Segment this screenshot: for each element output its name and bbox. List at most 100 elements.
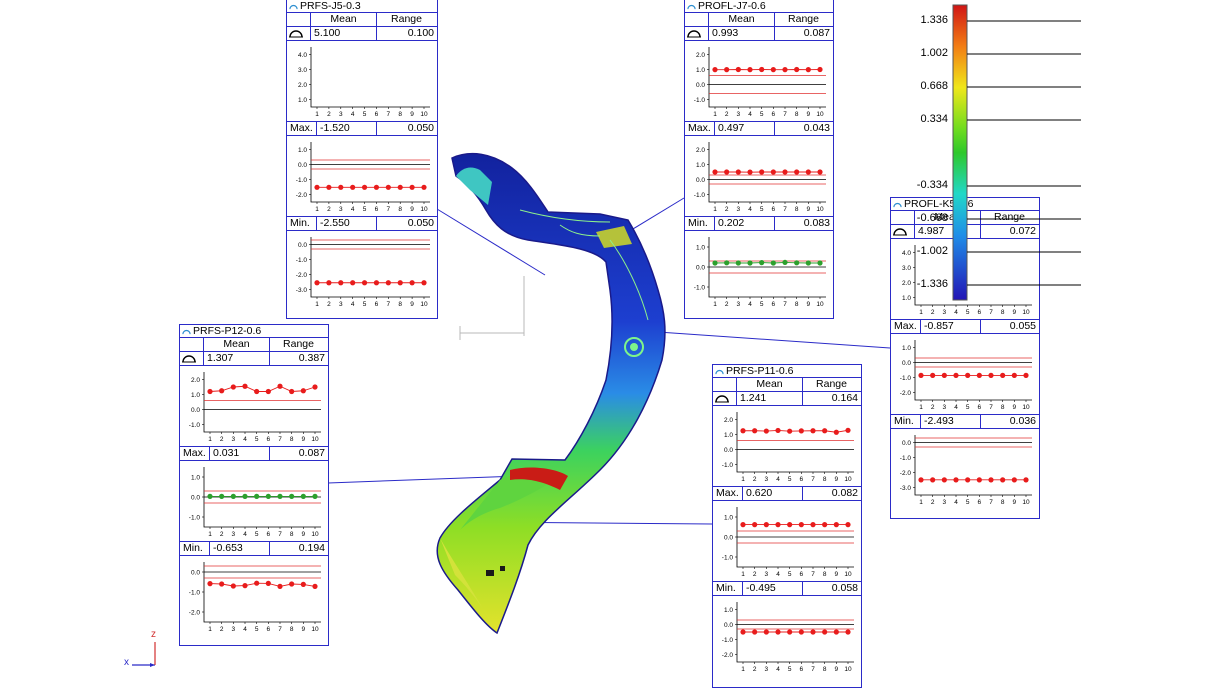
data-point[interactable] bbox=[810, 522, 816, 528]
data-point[interactable] bbox=[254, 580, 260, 586]
data-point[interactable] bbox=[918, 372, 924, 378]
part-model[interactable] bbox=[436, 152, 666, 635]
data-point[interactable] bbox=[941, 477, 947, 483]
data-point[interactable] bbox=[965, 372, 971, 378]
data-point[interactable] bbox=[833, 429, 839, 435]
data-point[interactable] bbox=[775, 427, 781, 434]
data-point[interactable] bbox=[350, 280, 356, 286]
data-point[interactable] bbox=[312, 493, 318, 499]
data-point[interactable] bbox=[782, 259, 788, 265]
data-point[interactable] bbox=[421, 184, 427, 190]
data-point[interactable] bbox=[794, 169, 800, 175]
data-point[interactable] bbox=[930, 372, 936, 378]
data-point[interactable] bbox=[373, 280, 380, 286]
data-point[interactable] bbox=[782, 169, 788, 175]
data-point[interactable] bbox=[300, 581, 306, 587]
data-point[interactable] bbox=[794, 260, 800, 266]
data-point[interactable] bbox=[740, 629, 746, 635]
data-point[interactable] bbox=[373, 184, 380, 190]
data-point[interactable] bbox=[798, 629, 804, 635]
data-point[interactable] bbox=[747, 67, 753, 73]
data-point[interactable] bbox=[810, 428, 816, 434]
data-point[interactable] bbox=[740, 428, 746, 434]
data-point[interactable] bbox=[775, 629, 781, 635]
data-point[interactable] bbox=[1000, 372, 1006, 378]
data-point[interactable] bbox=[219, 388, 225, 394]
data-point[interactable] bbox=[397, 280, 403, 286]
data-point[interactable] bbox=[752, 629, 758, 635]
data-point[interactable] bbox=[219, 581, 225, 587]
data-point[interactable] bbox=[752, 522, 758, 528]
data-point[interactable] bbox=[845, 629, 851, 635]
data-point[interactable] bbox=[817, 66, 823, 73]
data-point[interactable] bbox=[230, 384, 236, 390]
data-point[interactable] bbox=[763, 428, 769, 434]
data-point[interactable] bbox=[277, 583, 283, 589]
data-point[interactable] bbox=[1023, 477, 1029, 483]
data-point[interactable] bbox=[300, 388, 306, 394]
data-point[interactable] bbox=[385, 184, 391, 190]
data-point[interactable] bbox=[265, 580, 271, 586]
data-point[interactable] bbox=[724, 169, 730, 175]
data-point[interactable] bbox=[747, 169, 753, 175]
data-point[interactable] bbox=[759, 169, 765, 175]
data-point[interactable] bbox=[747, 260, 753, 266]
data-point[interactable] bbox=[421, 280, 427, 286]
data-point[interactable] bbox=[724, 260, 730, 266]
data-point[interactable] bbox=[794, 66, 800, 73]
measurement-panel[interactable]: PRFS-J5-0.3 Mean Range 5.100 0.100 4.0 3.0 2.0 1… bbox=[286, 0, 438, 319]
data-point[interactable] bbox=[289, 388, 295, 395]
data-point[interactable] bbox=[735, 260, 741, 266]
data-point[interactable] bbox=[822, 428, 828, 434]
data-point[interactable] bbox=[770, 260, 776, 266]
data-point[interactable] bbox=[242, 583, 248, 589]
data-point[interactable] bbox=[289, 493, 295, 499]
data-point[interactable] bbox=[314, 184, 320, 190]
data-point[interactable] bbox=[845, 522, 851, 528]
data-point[interactable] bbox=[988, 477, 994, 483]
data-point[interactable] bbox=[759, 260, 765, 266]
data-point[interactable] bbox=[770, 67, 776, 73]
data-point[interactable] bbox=[805, 169, 811, 175]
data-point[interactable] bbox=[242, 383, 248, 389]
data-point[interactable] bbox=[976, 372, 982, 378]
data-point[interactable] bbox=[810, 629, 816, 635]
data-point[interactable] bbox=[740, 522, 746, 528]
data-point[interactable] bbox=[277, 383, 283, 389]
data-point[interactable] bbox=[385, 280, 391, 286]
data-point[interactable] bbox=[265, 493, 271, 499]
data-point[interactable] bbox=[918, 477, 924, 483]
data-point[interactable] bbox=[326, 280, 332, 286]
data-point[interactable] bbox=[1023, 372, 1029, 378]
data-point[interactable] bbox=[965, 477, 971, 483]
data-point[interactable] bbox=[254, 493, 260, 499]
data-point[interactable] bbox=[1000, 477, 1006, 483]
data-point[interactable] bbox=[798, 522, 804, 528]
measurement-panel[interactable]: PRFS-P11-0.6 Mean Range 1.241 0.164 2.0 1.0 0.0… bbox=[712, 364, 862, 688]
data-point[interactable] bbox=[219, 493, 225, 499]
data-point[interactable] bbox=[759, 66, 765, 73]
data-point[interactable] bbox=[230, 493, 236, 499]
data-point[interactable] bbox=[289, 581, 295, 587]
data-point[interactable] bbox=[787, 428, 793, 434]
data-point[interactable] bbox=[833, 522, 839, 528]
data-point[interactable] bbox=[207, 493, 213, 499]
data-point[interactable] bbox=[805, 260, 811, 266]
data-point[interactable] bbox=[787, 522, 793, 528]
data-point[interactable] bbox=[953, 477, 959, 483]
data-point[interactable] bbox=[735, 66, 741, 73]
data-point[interactable] bbox=[338, 280, 344, 286]
data-point[interactable] bbox=[312, 384, 318, 390]
data-point[interactable] bbox=[326, 184, 332, 190]
data-point[interactable] bbox=[242, 493, 248, 499]
measurement-panel[interactable]: PRFS-P12-0.6 Mean Range 1.307 0.387 2.0 1.0 0.0… bbox=[179, 324, 329, 646]
data-point[interactable] bbox=[941, 372, 947, 378]
data-point[interactable] bbox=[338, 184, 344, 190]
data-point[interactable] bbox=[822, 629, 828, 635]
data-point[interactable] bbox=[1011, 477, 1017, 483]
data-point[interactable] bbox=[787, 629, 793, 635]
data-point[interactable] bbox=[207, 581, 213, 587]
data-point[interactable] bbox=[350, 184, 356, 190]
data-point[interactable] bbox=[409, 280, 415, 286]
data-point[interactable] bbox=[805, 67, 811, 73]
